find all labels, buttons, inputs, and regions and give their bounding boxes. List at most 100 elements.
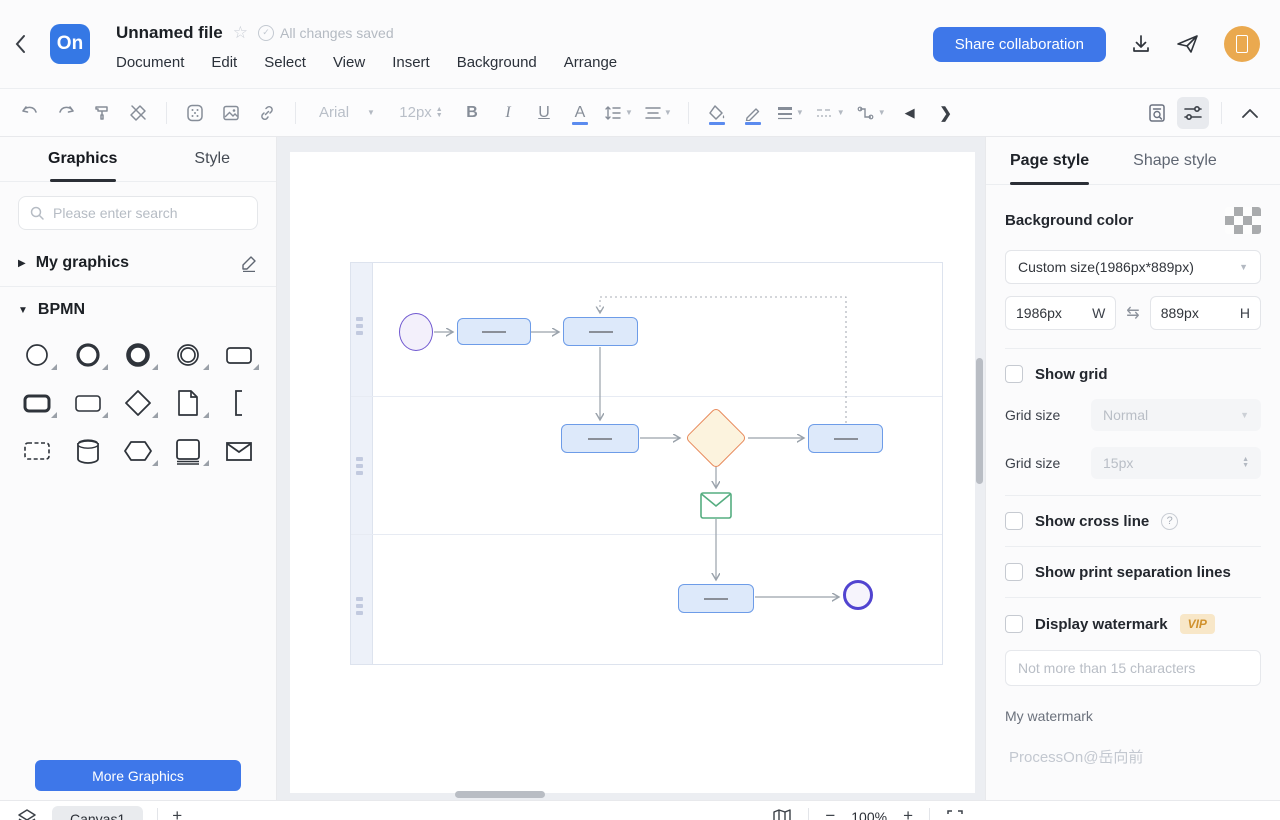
next-arrow-button[interactable]: ❯ (930, 97, 962, 129)
canvas-page[interactable] (290, 152, 975, 793)
shape-dashed-rect[interactable] (12, 431, 62, 471)
zoom-level[interactable]: 100% (851, 806, 887, 820)
task-node[interactable] (457, 318, 531, 345)
download-icon[interactable] (1130, 33, 1152, 55)
message-node[interactable] (700, 492, 732, 524)
shape-task[interactable] (214, 335, 264, 375)
zoom-in-button[interactable]: + (903, 806, 913, 820)
font-size-select[interactable]: 12px ▲ ▼ (390, 97, 452, 129)
vertical-scrollbar[interactable] (976, 358, 983, 484)
more-graphics-button[interactable]: More Graphics (35, 760, 241, 791)
width-field[interactable]: W (1005, 296, 1117, 330)
bpmn-section[interactable]: ▼ BPMN (0, 287, 276, 333)
processon-logo[interactable]: On (50, 24, 90, 64)
expand-triangle-icon[interactable]: ▼ (18, 305, 28, 316)
height-input[interactable] (1160, 305, 1221, 321)
page-size-select[interactable]: Custom size(1986px*889px) ▼ (1005, 250, 1261, 284)
shape-end-event[interactable] (113, 335, 163, 375)
canvas-tab[interactable]: Canvas1 (52, 806, 144, 820)
image-icon[interactable] (215, 97, 247, 129)
line-color-button[interactable] (737, 97, 769, 129)
task-node[interactable] (561, 424, 639, 453)
grid-size-stepper[interactable]: 15px ▲ ▼ (1091, 447, 1261, 479)
show-grid-checkbox[interactable] (1005, 365, 1023, 383)
underline-button[interactable]: U (528, 97, 560, 129)
shape-message-envelope[interactable] (214, 431, 264, 471)
pattern-fill-icon[interactable] (179, 97, 211, 129)
prev-arrow-button[interactable]: ◀ (894, 97, 926, 129)
layers-icon[interactable] (16, 806, 38, 820)
avatar[interactable] (1224, 26, 1260, 62)
shape-hexagon[interactable] (113, 431, 163, 471)
shape-display[interactable] (163, 431, 213, 471)
start-event-node[interactable] (399, 313, 433, 351)
collapse-toolbar-button[interactable] (1234, 97, 1266, 129)
panel-settings-button[interactable] (1177, 96, 1209, 129)
shape-plain-task[interactable] (62, 383, 112, 423)
minimap-icon[interactable] (772, 806, 792, 820)
format-painter-icon[interactable] (86, 97, 118, 129)
shape-thick-task[interactable] (12, 383, 62, 423)
menu-background[interactable]: Background (457, 54, 537, 71)
shape-intermediate-event[interactable] (62, 335, 112, 375)
font-color-button[interactable]: A (564, 97, 596, 129)
height-field[interactable]: H (1149, 296, 1261, 330)
show-cross-line-checkbox[interactable] (1005, 512, 1023, 530)
task-node[interactable] (678, 584, 754, 613)
favorite-star-icon[interactable]: ☆ (233, 23, 248, 43)
shape-group-bracket[interactable] (214, 383, 264, 423)
align-button[interactable]: ▼ (641, 97, 676, 129)
send-icon[interactable] (1176, 33, 1200, 55)
shape-document[interactable] (163, 383, 213, 423)
tab-graphics[interactable]: Graphics (48, 137, 117, 182)
task-node[interactable] (808, 424, 883, 453)
clear-format-icon[interactable] (122, 97, 154, 129)
fullscreen-icon[interactable] (946, 806, 964, 820)
menu-arrange[interactable]: Arrange (564, 54, 617, 71)
task-node[interactable] (563, 317, 638, 346)
redo-button[interactable] (50, 97, 82, 129)
connector-type-button[interactable]: ▼ (853, 97, 890, 129)
tab-page-style[interactable]: Page style (1010, 137, 1090, 185)
find-in-document-button[interactable] (1141, 97, 1173, 129)
watermark-value[interactable]: ProcessOn@岳向前 (1005, 746, 1261, 767)
shape-double-circle-event[interactable] (163, 335, 213, 375)
bold-button[interactable]: B (456, 97, 488, 129)
edit-pencil-icon[interactable] (240, 254, 258, 272)
link-icon[interactable] (251, 97, 283, 129)
menu-select[interactable]: Select (264, 54, 306, 71)
tab-shape-style[interactable]: Shape style (1133, 137, 1217, 185)
line-height-button[interactable]: ▼ (600, 97, 637, 129)
add-canvas-button[interactable]: + (172, 806, 182, 820)
shape-search[interactable] (18, 196, 258, 230)
canvas-region[interactable] (277, 137, 985, 800)
shape-gateway-diamond[interactable] (113, 383, 163, 423)
shape-start-event[interactable] (12, 335, 62, 375)
zoom-out-button[interactable]: − (825, 806, 835, 820)
help-icon[interactable]: ? (1161, 512, 1179, 530)
back-button[interactable] (0, 34, 40, 54)
watermark-text-input[interactable] (1005, 650, 1261, 686)
undo-button[interactable] (14, 97, 46, 129)
grid-size-select[interactable]: Normal ▼ (1091, 399, 1261, 431)
font-family-select[interactable]: Arial ▼ (308, 97, 386, 129)
document-title[interactable]: Unnamed file (116, 23, 223, 43)
italic-button[interactable]: I (492, 97, 524, 129)
search-input[interactable] (53, 205, 247, 221)
show-print-lines-checkbox[interactable] (1005, 563, 1023, 581)
menu-insert[interactable]: Insert (392, 54, 430, 71)
share-collaboration-button[interactable]: Share collaboration (932, 26, 1106, 62)
menu-view[interactable]: View (333, 54, 365, 71)
width-input[interactable] (1016, 305, 1076, 321)
end-event-node[interactable] (843, 580, 873, 610)
my-graphics-section[interactable]: ▶ My graphics (0, 240, 276, 286)
fill-color-button[interactable] (701, 97, 733, 129)
swap-dimensions-icon[interactable]: ⇆ (1124, 303, 1141, 323)
line-style-button[interactable]: ▼ (812, 97, 849, 129)
tab-style[interactable]: Style (194, 137, 230, 182)
shape-data-store[interactable] (62, 431, 112, 471)
horizontal-scrollbar[interactable] (455, 791, 545, 798)
display-watermark-checkbox[interactable] (1005, 615, 1023, 633)
line-width-button[interactable]: ▼ (773, 97, 808, 129)
collapse-triangle-icon[interactable]: ▶ (18, 258, 26, 269)
